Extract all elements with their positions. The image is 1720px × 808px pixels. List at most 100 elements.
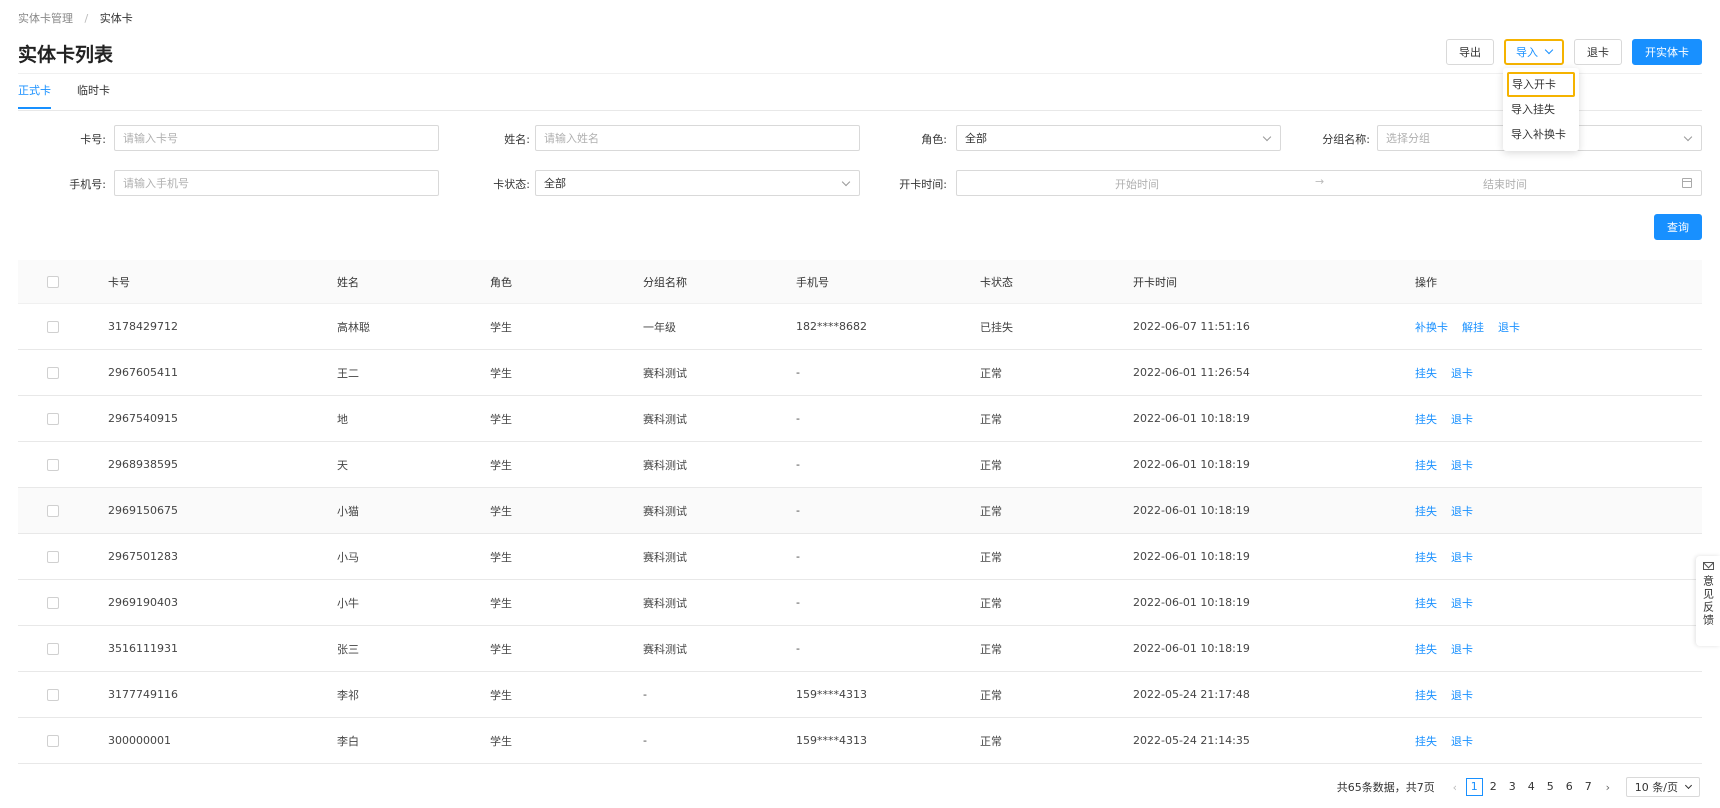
page-number[interactable]: 4 — [1523, 778, 1540, 796]
feedback-tab[interactable]: 意见反馈 — [1696, 556, 1720, 646]
header-operations: 操作 — [1415, 275, 1437, 289]
tabs-divider — [18, 110, 1702, 111]
name-input[interactable]: 请输入姓名 — [535, 125, 860, 151]
cell-name: 张三 — [337, 642, 359, 656]
cell-status: 正常 — [980, 596, 1002, 610]
cell-operations: 挂失 退卡 — [1415, 626, 1487, 671]
cell-phone: 182****8682 — [796, 320, 867, 333]
page-number[interactable]: 1 — [1465, 778, 1483, 796]
operation-link[interactable]: 挂失 — [1415, 457, 1437, 473]
card-no-input[interactable]: 请输入卡号 — [114, 125, 439, 151]
operation-link[interactable]: 退卡 — [1451, 641, 1473, 657]
table-row: 2969190403 小牛 学生 赛科测试 - 正常 2022-06-01 10:18:19… — [18, 580, 1702, 626]
page-number[interactable]: 2 — [1485, 778, 1502, 796]
cell-phone: - — [796, 458, 800, 471]
cell-role: 学生 — [490, 504, 512, 518]
cell-operations: 挂失 退卡 — [1415, 718, 1487, 763]
operation-link[interactable]: 退卡 — [1451, 411, 1473, 427]
page-number[interactable]: 7 — [1580, 778, 1597, 796]
next-page-icon[interactable]: › — [1600, 781, 1616, 794]
cell-open-time: 2022-05-24 21:14:35 — [1133, 734, 1250, 747]
page-number[interactable]: 6 — [1561, 778, 1578, 796]
operation-link[interactable]: 挂失 — [1415, 687, 1437, 703]
tab-formal-card[interactable]: 正式卡 — [18, 82, 51, 109]
page-number[interactable]: 3 — [1504, 778, 1521, 796]
row-checkbox[interactable] — [47, 458, 59, 471]
operation-link[interactable]: 挂失 — [1415, 641, 1437, 657]
cell-group: - — [643, 688, 647, 701]
page-size-select[interactable]: 10 条/页 — [1625, 777, 1700, 797]
operation-link[interactable]: 补换卡 — [1415, 319, 1448, 335]
row-checkbox[interactable] — [47, 734, 59, 747]
role-select[interactable]: 全部 — [956, 125, 1281, 151]
operation-link[interactable]: 退卡 — [1498, 319, 1520, 335]
operation-link[interactable]: 挂失 — [1415, 733, 1437, 749]
header-phone: 手机号 — [796, 275, 829, 289]
row-checkbox[interactable] — [47, 366, 59, 379]
page-number[interactable]: 5 — [1542, 778, 1559, 796]
row-checkbox[interactable] — [47, 596, 59, 609]
operation-link[interactable]: 挂失 — [1415, 365, 1437, 381]
cell-phone: 159****4313 — [796, 688, 867, 701]
operation-link[interactable]: 挂失 — [1415, 549, 1437, 565]
tab-temporary-card[interactable]: 临时卡 — [77, 82, 110, 109]
import-button[interactable]: 导入 — [1504, 39, 1564, 65]
phone-placeholder: 请输入手机号 — [123, 177, 189, 190]
operation-link[interactable]: 退卡 — [1451, 457, 1473, 473]
row-checkbox[interactable] — [47, 320, 59, 333]
status-select[interactable]: 全部 — [535, 170, 860, 196]
row-checkbox[interactable] — [47, 688, 59, 701]
operation-link[interactable]: 挂失 — [1415, 411, 1437, 427]
operation-link[interactable]: 退卡 — [1451, 733, 1473, 749]
header-name: 姓名 — [337, 275, 359, 289]
cell-name: 地 — [337, 412, 348, 426]
operation-link[interactable]: 退卡 — [1451, 365, 1473, 381]
operation-link[interactable]: 退卡 — [1451, 549, 1473, 565]
operation-link[interactable]: 退卡 — [1451, 595, 1473, 611]
import-open-card-item[interactable]: 导入开卡 — [1507, 72, 1575, 97]
cell-group: 赛科测试 — [643, 550, 687, 564]
cell-card-no: 3516111931 — [108, 642, 178, 655]
table-header: 卡号 姓名 角色 分组名称 手机号 卡状态 开卡时间 操作 — [18, 260, 1702, 304]
cell-card-no: 2969150675 — [108, 504, 178, 517]
cell-group: - — [643, 734, 647, 747]
operation-link[interactable]: 挂失 — [1415, 595, 1437, 611]
cell-open-time: 2022-06-01 10:18:19 — [1133, 504, 1250, 517]
query-button[interactable]: 查询 — [1654, 214, 1702, 240]
cell-group: 赛科测试 — [643, 412, 687, 426]
cell-name: 李祁 — [337, 688, 359, 702]
prev-page-icon[interactable]: ‹ — [1447, 781, 1463, 794]
range-arrow-icon: → — [1315, 175, 1325, 188]
breadcrumb-current: 实体卡 — [99, 12, 133, 25]
import-replace-card-item[interactable]: 导入补换卡 — [1503, 122, 1579, 147]
card-table: 卡号 姓名 角色 分组名称 手机号 卡状态 开卡时间 操作 3178429712… — [18, 260, 1702, 764]
cell-role: 学生 — [490, 320, 512, 334]
cell-open-time: 2022-06-01 10:18:19 — [1133, 458, 1250, 471]
export-button[interactable]: 导出 — [1446, 39, 1494, 65]
phone-input[interactable]: 请输入手机号 — [114, 170, 439, 196]
header-role: 角色 — [490, 275, 512, 289]
start-time-placeholder: 开始时间 — [1115, 178, 1159, 191]
open-card-button[interactable]: 开实体卡 — [1632, 39, 1702, 65]
operation-link[interactable]: 退卡 — [1451, 503, 1473, 519]
cell-status: 正常 — [980, 366, 1002, 380]
cell-operations: 挂失 退卡 — [1415, 534, 1487, 579]
operation-link[interactable]: 退卡 — [1451, 687, 1473, 703]
breadcrumb-parent[interactable]: 实体卡管理 — [18, 12, 73, 25]
import-report-loss-item[interactable]: 导入挂失 — [1503, 97, 1579, 122]
return-card-button[interactable]: 退卡 — [1574, 39, 1622, 65]
row-checkbox[interactable] — [47, 550, 59, 563]
cell-card-no: 3177749116 — [108, 688, 178, 701]
page-title: 实体卡列表 — [18, 44, 114, 66]
operation-link[interactable]: 挂失 — [1415, 503, 1437, 519]
cell-open-time: 2022-06-01 10:18:19 — [1133, 642, 1250, 655]
row-checkbox[interactable] — [47, 642, 59, 655]
cell-phone: - — [796, 550, 800, 563]
cell-group: 赛科测试 — [643, 642, 687, 656]
cell-card-no: 2967540915 — [108, 412, 178, 425]
open-time-range-picker[interactable]: 开始时间 → 结束时间 — [956, 170, 1702, 196]
select-all-checkbox[interactable] — [47, 275, 59, 288]
operation-link[interactable]: 解挂 — [1462, 319, 1484, 335]
row-checkbox[interactable] — [47, 504, 59, 517]
row-checkbox[interactable] — [47, 412, 59, 425]
